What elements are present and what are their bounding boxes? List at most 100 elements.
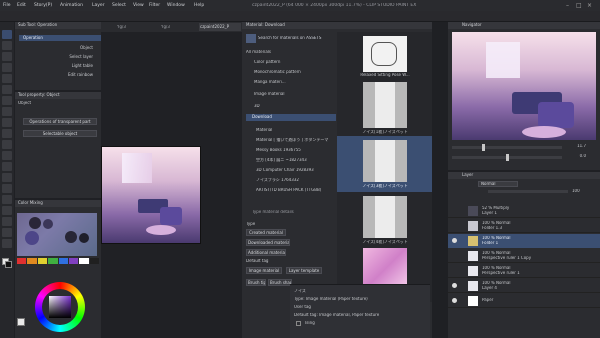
layer-row[interactable]: Paper	[448, 294, 600, 308]
layer-row-selected[interactable]: 100 % Normal Folder 1	[448, 234, 600, 248]
swatch-white[interactable]	[79, 258, 89, 264]
transparent-operation-dropdown[interactable]: Operations of transparent part	[23, 118, 97, 125]
canvas-tab-1[interactable]: Yg/3	[117, 25, 141, 30]
layer-row[interactable]: 100 % Normal Perspective ruler 1 Copy	[448, 249, 600, 263]
move-tool-icon[interactable]	[2, 41, 12, 50]
thumb-pose[interactable]	[363, 36, 407, 72]
tree-item-color-pattern[interactable]: Color pattern	[254, 60, 334, 65]
selectable-object-dropdown[interactable]: Selectable object	[23, 130, 97, 137]
tiling-checkbox[interactable]	[296, 321, 301, 326]
pen-tool-icon[interactable]	[2, 96, 12, 105]
menu-help[interactable]: Help	[194, 3, 204, 8]
zoom-slider[interactable]	[452, 144, 562, 151]
tree-item-image[interactable]: Image material	[254, 92, 334, 97]
figure-tool-icon[interactable]	[2, 184, 12, 193]
tree-item-jp-2[interactable]: 空方 [4本] 展ニ ~1827343	[256, 158, 336, 163]
tree-item-material[interactable]: Material	[256, 128, 336, 133]
menu-file[interactable]: File	[3, 3, 11, 8]
tree-item-manga[interactable]: Manga materi...	[254, 80, 334, 85]
balloon-tool-icon[interactable]	[2, 228, 12, 237]
visibility-eye-icon[interactable]	[452, 298, 457, 303]
swatch-red[interactable]	[17, 258, 27, 264]
tab-brush-shape[interactable]: Brush shape	[268, 279, 292, 286]
artwork-canvas[interactable]	[101, 146, 201, 244]
lasso-tool-icon[interactable]	[2, 74, 12, 83]
thumb-noise-2-selected[interactable]: ノイズ[3枚]ノイズペット	[337, 136, 432, 192]
downloaded-material-button[interactable]: Downloaded material	[246, 239, 290, 246]
subtool-item-operation[interactable]: Operation	[19, 35, 101, 41]
brush-tool-icon[interactable]	[2, 118, 12, 127]
tree-item-messy-books[interactable]: Messy Books 1936755	[256, 148, 336, 153]
canvas-tab-active[interactable]: czpaint2022_P	[199, 23, 241, 31]
tree-item-brush-pack[interactable]: ARTIST/TD BRUSH PACK (TTGBB)	[256, 188, 336, 193]
tree-item-material-jp[interactable]: Material [ 描いて遊ぼう ] ボタンテーマ	[256, 138, 336, 143]
color-wheel[interactable]	[35, 282, 85, 332]
maximize-icon[interactable]: □	[576, 2, 584, 9]
navigator-preview[interactable]	[452, 32, 596, 140]
zoom-slider-handle[interactable]	[482, 144, 485, 151]
tab-brush-tips[interactable]: Brush tips	[246, 279, 266, 286]
eyedropper-tool-icon[interactable]	[2, 85, 12, 94]
swatch-yellow[interactable]	[37, 258, 48, 264]
visibility-eye-icon[interactable]	[452, 238, 457, 243]
thumb-noise-3[interactable]	[363, 196, 407, 238]
saturation-square[interactable]	[49, 296, 71, 318]
tree-item-noise-brush[interactable]: ノイズブラシ 1764332	[256, 178, 336, 183]
eraser-tool-icon[interactable]	[2, 140, 12, 149]
created-material-button[interactable]: Created material	[246, 229, 286, 236]
zoom-tool-icon[interactable]	[2, 52, 12, 61]
subtool-item-object[interactable]: Object	[19, 45, 97, 51]
color-mixing-canvas[interactable]	[17, 213, 97, 256]
swatch-purple[interactable]	[68, 258, 79, 264]
subtool-item-select-layer[interactable]: Select layer	[19, 54, 97, 60]
text-tool-icon[interactable]	[2, 217, 12, 226]
ruler-tool-icon[interactable]	[2, 206, 12, 215]
menu-select[interactable]: Select	[112, 3, 126, 8]
selection-tool-icon[interactable]	[2, 63, 12, 72]
correct-line-tool-icon[interactable]	[2, 239, 12, 248]
swatch-blue[interactable]	[58, 258, 68, 264]
sub-color-swatch[interactable]	[5, 261, 12, 268]
tree-item-mono-pattern[interactable]: Monochromatic pattern	[254, 70, 334, 75]
menu-layer[interactable]: Layer	[92, 3, 105, 8]
image-material-tag-button[interactable]: Image material	[246, 267, 282, 274]
tree-item-3d-chair[interactable]: 3D Computer Chair 1928393	[256, 168, 336, 173]
menu-view[interactable]: View	[133, 3, 144, 8]
fill-tool-icon[interactable]	[2, 162, 12, 171]
rotate-slider-handle[interactable]	[506, 154, 509, 161]
blend-tool-icon[interactable]	[2, 151, 12, 160]
opacity-slider[interactable]	[488, 190, 568, 193]
tree-item-all[interactable]: All materials	[246, 50, 332, 55]
layer-row[interactable]: 52 % Multiply Layer 1	[448, 204, 600, 218]
blend-mode-dropdown[interactable]: Normal	[478, 181, 518, 187]
additional-materials-button[interactable]: Additional materials	[246, 249, 286, 256]
rotate-slider[interactable]	[452, 154, 562, 161]
pencil-tool-icon[interactable]	[2, 107, 12, 116]
visibility-eye-icon[interactable]	[452, 283, 457, 288]
thumb-noise-1[interactable]	[363, 82, 407, 128]
close-icon[interactable]: ×	[587, 2, 595, 9]
menu-filter[interactable]: Filter	[149, 3, 160, 8]
layer-template-tag-button[interactable]: Layer template	[286, 267, 322, 274]
tree-item-download[interactable]: Download	[246, 114, 336, 121]
menu-edit[interactable]: Edit	[17, 3, 26, 8]
assets-search-link[interactable]: Search for materials on ASSETS	[258, 36, 338, 41]
swatch-orange[interactable]	[27, 258, 37, 264]
layer-row[interactable]: 100 % Normal Perspective ruler 1	[448, 264, 600, 278]
menu-story[interactable]: Story(P)	[34, 3, 52, 8]
layer-row[interactable]: 100 % Normal Layer 4	[448, 279, 600, 293]
airbrush-tool-icon[interactable]	[2, 129, 12, 138]
minimize-icon[interactable]: –	[566, 2, 574, 9]
gradient-tool-icon[interactable]	[2, 173, 12, 182]
tree-item-3d[interactable]: 3D	[254, 104, 334, 109]
menu-animation[interactable]: Animation	[60, 3, 83, 8]
operation-tool-icon[interactable]	[2, 30, 12, 39]
swatch-green[interactable]	[48, 258, 58, 264]
current-color-icon[interactable]	[17, 318, 25, 326]
canvas-tab-2[interactable]: Yg/3	[161, 25, 185, 30]
subtool-item-edit[interactable]: Edit rainbow	[19, 72, 97, 78]
subtool-item-light-table[interactable]: Light table	[19, 63, 97, 69]
layer-row[interactable]: 100 % Normal Folder 1.3	[448, 219, 600, 233]
swatch-black[interactable]	[89, 258, 99, 264]
menu-window[interactable]: Window	[167, 3, 185, 8]
